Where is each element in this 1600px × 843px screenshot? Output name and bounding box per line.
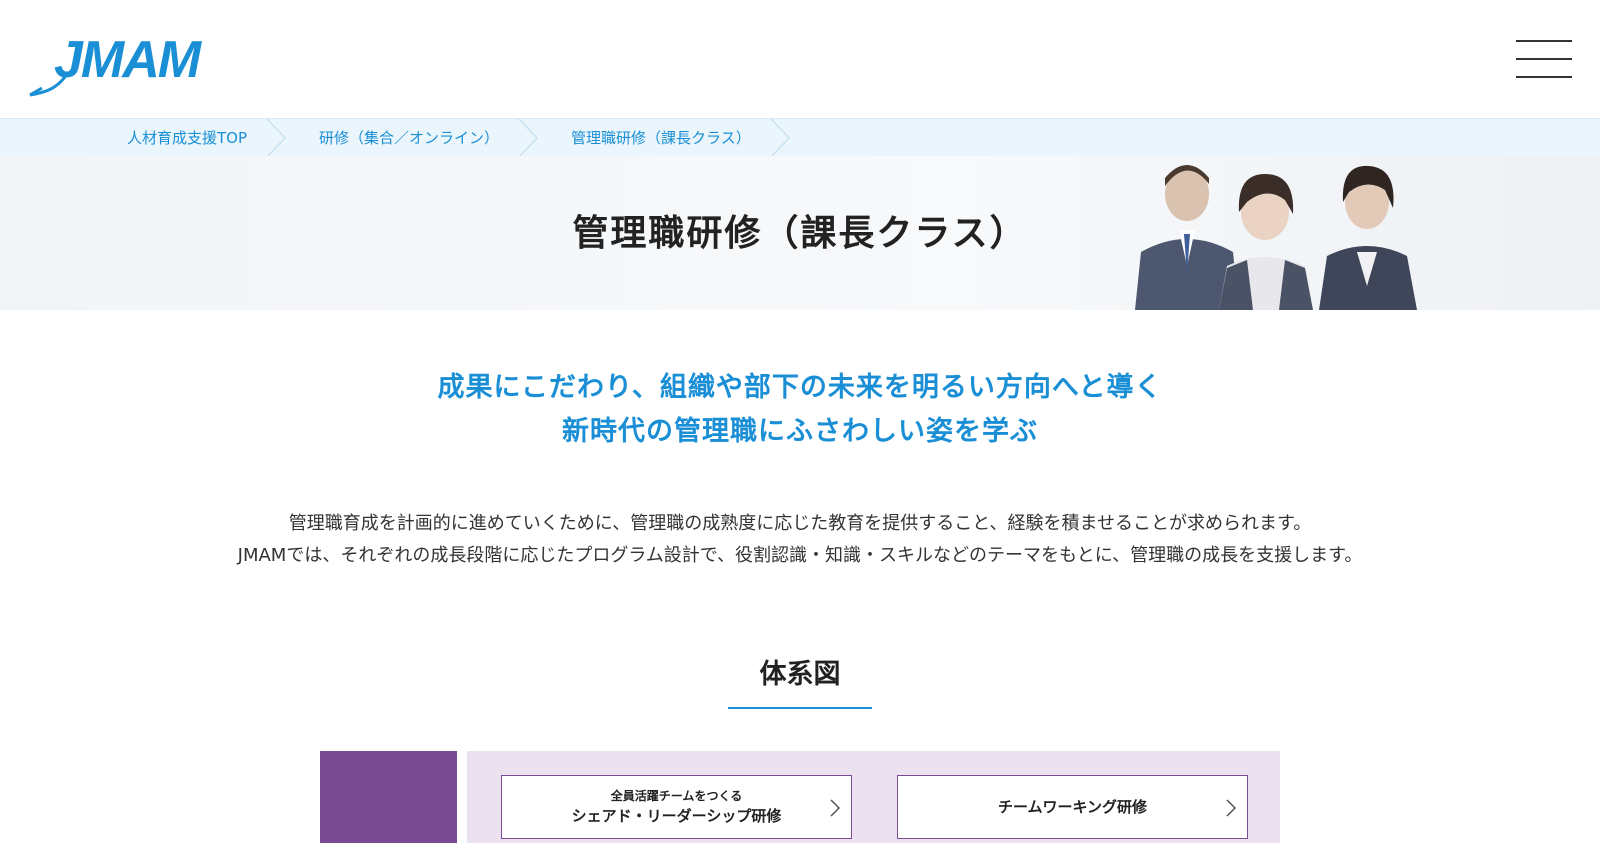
breadcrumb: 人材育成支援TOP 研修（集合／オンライン） 管理職研修（課長クラス） — [0, 118, 1600, 157]
hamburger-icon-bar — [1516, 76, 1572, 78]
lead-heading: 成果にこだわり、組織や部下の未来を明るい方向へと導く 新時代の管理職にふさわしい… — [0, 366, 1600, 454]
lead-line: 成果にこだわり、組織や部下の未来を明るい方向へと導く — [437, 372, 1163, 403]
intro-description: 管理職育成を計画的に進めていくために、管理職の成熟度に応じた教育を提供すること、… — [0, 508, 1600, 572]
description-line: JMAMでは、それぞれの成長段階に応じたプログラム設計で、役割認識・知識・スキル… — [237, 545, 1363, 566]
hamburger-icon-bar — [1516, 40, 1572, 42]
chevron-right-icon — [830, 799, 841, 817]
description-line: 管理職育成を計画的に進めていくために、管理職の成熟度に応じた教育を提供すること、… — [288, 513, 1312, 534]
hero-banner: 管理職研修（課長クラス） — [0, 156, 1600, 310]
page-title: 管理職研修（課長クラス） — [572, 213, 1028, 254]
section-title: 体系図 — [759, 659, 841, 690]
course-subtitle: 全員活躍チームをつくる — [610, 789, 743, 803]
breadcrumb-current-label: 管理職研修（課長クラス） — [571, 129, 751, 147]
breadcrumb-item-top[interactable]: 人材育成支援TOP — [127, 119, 247, 157]
section-title-underline — [728, 707, 872, 709]
course-card-shared-leadership[interactable]: 全員活躍チームをつくる シェアド・リーダーシップ研修 — [501, 775, 852, 839]
course-title: チームワーキング研修 — [997, 798, 1148, 816]
breadcrumb-link[interactable]: 研修（集合／オンライン） — [319, 127, 499, 148]
breadcrumb-chevron-icon — [767, 118, 801, 157]
course-title: シェアド・リーダーシップ研修 — [571, 807, 782, 825]
chevron-right-icon — [1226, 799, 1237, 817]
breadcrumb-chevron-icon — [515, 118, 549, 157]
jmam-logo[interactable]: JMAM — [28, 30, 238, 97]
breadcrumb-item-current: 管理職研修（課長クラス） — [571, 119, 751, 157]
site-header: JMAM — [0, 0, 1600, 118]
logo-text: JMAM — [54, 31, 201, 89]
lead-line: 新時代の管理職にふさわしい姿を学ぶ — [562, 416, 1038, 447]
breadcrumb-chevron-icon — [263, 118, 297, 157]
hamburger-menu-button[interactable] — [1516, 40, 1572, 78]
course-card-teamworking[interactable]: チームワーキング研修 — [897, 775, 1248, 839]
breadcrumb-item-training[interactable]: 研修（集合／オンライン） — [319, 119, 499, 157]
breadcrumb-link[interactable]: 人材育成支援TOP — [127, 127, 247, 148]
diagram-level-label-block — [320, 751, 457, 843]
hamburger-icon-bar — [1516, 58, 1572, 60]
